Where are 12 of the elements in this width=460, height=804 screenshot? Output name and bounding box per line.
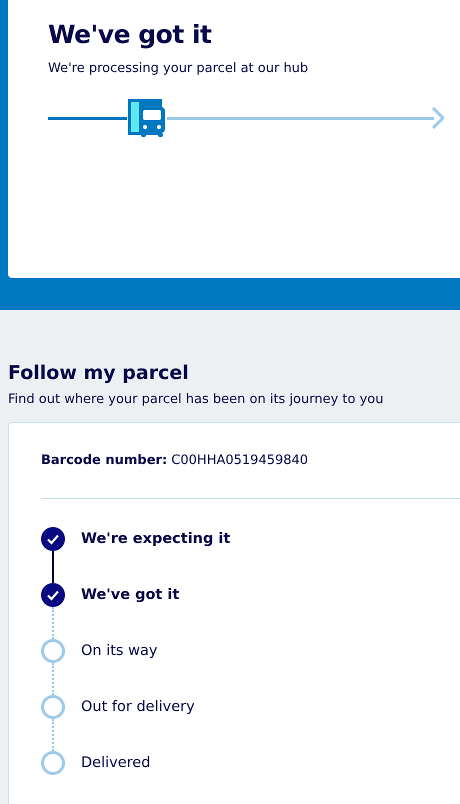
step-label: Out for delivery — [81, 698, 195, 717]
status-title: We've got it — [48, 20, 212, 49]
arrow-head-icon — [432, 107, 444, 129]
section-title: Follow my parcel — [8, 362, 190, 384]
section-subtitle: Find out where your parcel has been on its journey to you — [8, 392, 385, 407]
step-label: On its way — [81, 642, 158, 661]
step-label: We've got it — [81, 586, 180, 605]
barcode-number: Barcode number: C00HHA0519459840 — [41, 453, 310, 468]
step-label: Delivered — [81, 754, 150, 773]
status-subtitle: We're processing your parcel at our hub — [48, 61, 310, 76]
truck-icon — [127, 98, 168, 138]
step-label: We're expecting it — [81, 530, 230, 549]
